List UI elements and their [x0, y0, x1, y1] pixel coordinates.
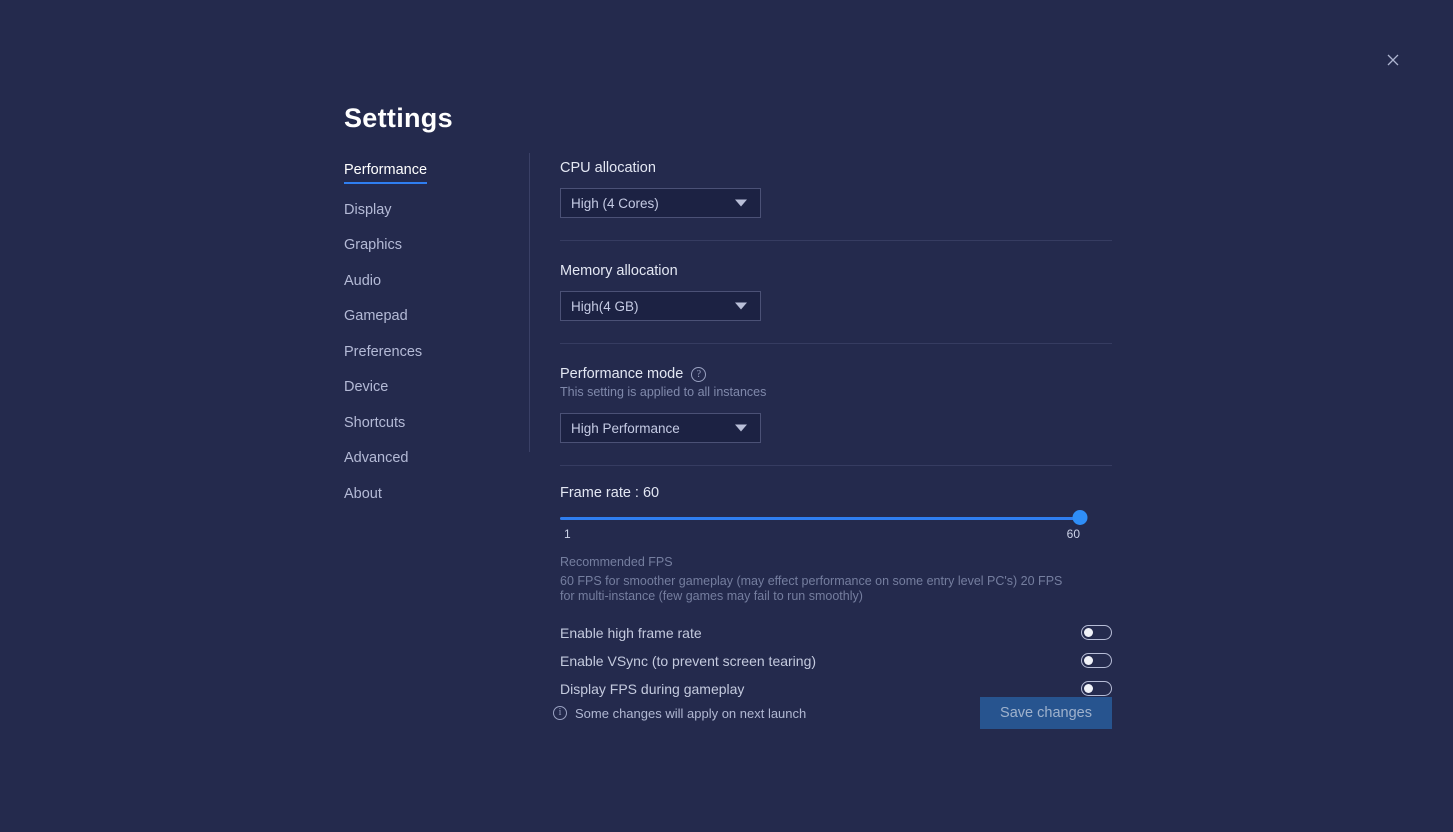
frame-rate-max-label: 60	[1066, 527, 1080, 541]
cpu-allocation-section: CPU allocation High (4 Cores)	[560, 160, 1112, 240]
toggle-knob	[1084, 684, 1093, 693]
memory-allocation-value: High(4 GB)	[571, 298, 639, 314]
toggle-row-vsync: Enable VSync (to prevent screen tearing)	[560, 647, 1112, 675]
toggle-row-high-frame-rate: Enable high frame rate	[560, 619, 1112, 647]
cpu-allocation-value: High (4 Cores)	[571, 195, 659, 211]
sidebar-item-about[interactable]: About	[344, 487, 382, 504]
toggle-label-display-fps: Display FPS during gameplay	[560, 680, 745, 697]
sidebar-item-audio[interactable]: Audio	[344, 274, 381, 291]
frame-rate-section: Frame rate : 60 1 60 Recommended FPS 60 …	[560, 466, 1112, 703]
settings-sidebar: Performance Display Graphics Audio Gamep…	[344, 163, 524, 522]
performance-mode-value: High Performance	[571, 420, 680, 436]
frame-rate-label: Frame rate : 60	[560, 485, 660, 501]
cpu-allocation-select[interactable]: High (4 Cores)	[560, 188, 761, 218]
sidebar-item-gamepad[interactable]: Gamepad	[344, 309, 408, 326]
frame-rate-slider-thumb[interactable]	[1072, 510, 1088, 525]
frame-rate-scale: 1 60	[560, 527, 1080, 543]
chevron-down-icon	[735, 302, 747, 310]
memory-allocation-section: Memory allocation High(4 GB)	[560, 241, 1112, 343]
performance-mode-subtitle: This setting is applied to all instances	[560, 385, 767, 399]
frame-rate-slider-fill	[560, 517, 1080, 520]
performance-mode-section: Performance mode ? This setting is appli…	[560, 344, 1112, 465]
close-button[interactable]	[1378, 46, 1408, 74]
sidebar-item-shortcuts[interactable]: Shortcuts	[344, 416, 405, 433]
footer-note: i Some changes will apply on next launch	[553, 706, 806, 721]
toggle-vsync[interactable]	[1081, 653, 1112, 668]
sidebar-item-performance[interactable]: Performance	[344, 163, 428, 184]
sidebar-item-device[interactable]: Device	[344, 380, 388, 397]
sidebar-item-preferences[interactable]: Preferences	[344, 345, 422, 362]
save-changes-button[interactable]: Save changes	[980, 697, 1112, 729]
sidebar-item-display[interactable]: Display	[344, 203, 392, 220]
sidebar-item-graphics[interactable]: Graphics	[344, 238, 402, 255]
memory-allocation-select[interactable]: High(4 GB)	[560, 291, 761, 321]
frame-rate-toggle-list: Enable high frame rate Enable VSync (to …	[560, 619, 1112, 703]
settings-footer: i Some changes will apply on next launch…	[553, 697, 1112, 729]
close-icon	[1387, 54, 1399, 66]
help-circle-icon[interactable]: ?	[691, 366, 707, 382]
recommended-fps-text: 60 FPS for smoother gameplay (may effect…	[560, 574, 1063, 604]
performance-mode-select[interactable]: High Performance	[560, 413, 761, 443]
cpu-allocation-label: CPU allocation	[560, 160, 656, 176]
toggle-knob	[1084, 656, 1093, 665]
page-title: Settings	[344, 103, 453, 133]
recommended-fps-title: Recommended FPS	[560, 555, 673, 569]
settings-window: Settings Performance Display Graphics Au…	[0, 0, 1453, 832]
footer-note-text: Some changes will apply on next launch	[575, 705, 807, 721]
chevron-down-icon	[735, 424, 747, 432]
sidebar-content-divider	[529, 153, 530, 452]
settings-content: CPU allocation High (4 Cores) Memory all…	[560, 160, 1112, 703]
toggle-knob	[1084, 628, 1093, 637]
frame-rate-slider[interactable]	[560, 510, 1088, 525]
toggle-label-vsync: Enable VSync (to prevent screen tearing)	[560, 652, 817, 669]
info-circle-icon: i	[553, 706, 567, 720]
chevron-down-icon	[735, 199, 747, 207]
toggle-label-high-frame-rate: Enable high frame rate	[560, 624, 702, 641]
frame-rate-min-label: 1	[564, 527, 571, 541]
performance-mode-header: Performance mode ?	[560, 366, 1112, 382]
memory-allocation-label: Memory allocation	[560, 263, 678, 279]
toggle-display-fps[interactable]	[1081, 681, 1112, 696]
toggle-high-frame-rate[interactable]	[1081, 625, 1112, 640]
performance-mode-label: Performance mode	[560, 366, 684, 382]
sidebar-item-advanced[interactable]: Advanced	[344, 451, 409, 468]
